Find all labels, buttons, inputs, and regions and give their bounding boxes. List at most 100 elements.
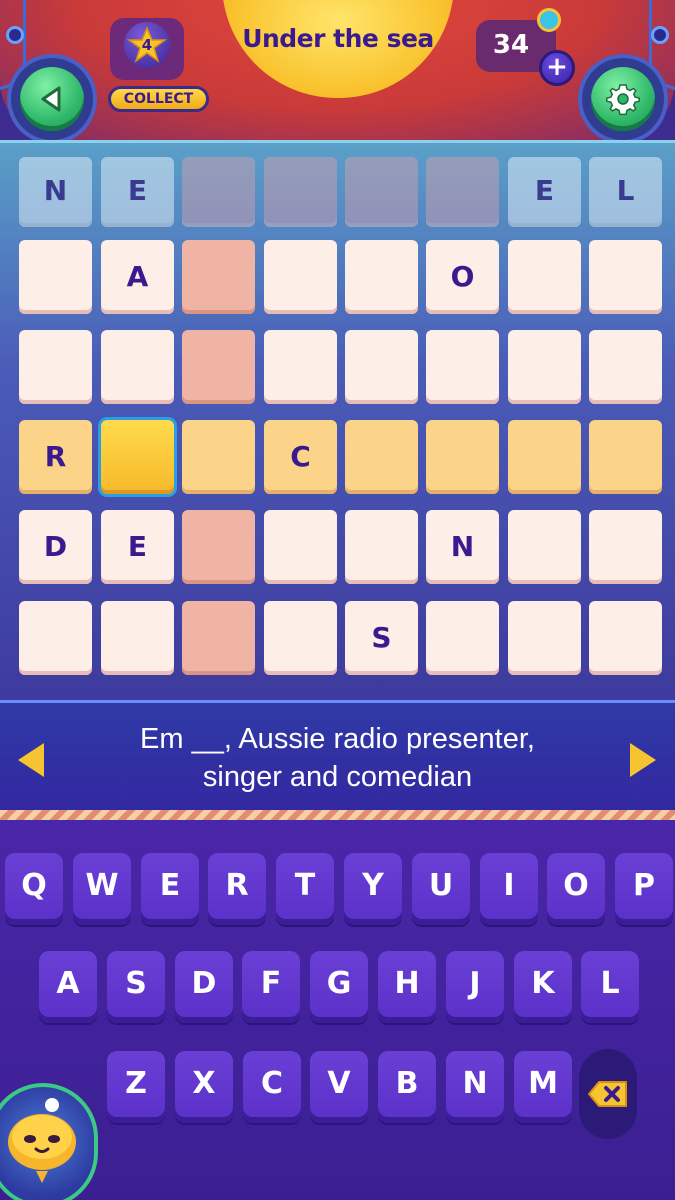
gear-icon (606, 84, 640, 116)
settings-button[interactable] (582, 58, 664, 140)
grid-cell[interactable] (345, 330, 418, 404)
grid-cell[interactable]: E (508, 157, 581, 227)
grid-cell[interactable] (589, 330, 662, 404)
star-count: 4 (141, 36, 153, 54)
grid-cell[interactable] (426, 157, 499, 227)
grid-cell[interactable]: E (101, 157, 174, 227)
grid-cell[interactable] (345, 157, 418, 227)
add-coins-button[interactable]: + (539, 50, 575, 86)
back-arrow-icon (41, 86, 61, 112)
grid-cell[interactable]: N (19, 157, 92, 227)
key-m[interactable]: M (514, 1051, 572, 1123)
grid-cell[interactable] (426, 420, 499, 494)
key-q[interactable]: Q (5, 853, 63, 925)
grid-cell[interactable]: O (426, 240, 499, 314)
key-j[interactable]: J (446, 951, 504, 1023)
key-l[interactable]: L (581, 951, 639, 1023)
back-button[interactable] (11, 58, 93, 140)
grid-cell[interactable]: D (19, 510, 92, 584)
mascot-icon (8, 1098, 76, 1183)
level-title: Under the sea (242, 24, 434, 53)
clue-line-1: Em __, Aussie radio presenter, (140, 723, 535, 755)
grid-cell[interactable] (182, 510, 255, 584)
key-b[interactable]: B (378, 1051, 436, 1123)
grid-cell[interactable] (345, 420, 418, 494)
coin-icon (537, 8, 561, 32)
grid-cell[interactable] (426, 601, 499, 675)
key-o[interactable]: O (547, 853, 605, 925)
key-u[interactable]: U (412, 853, 470, 925)
grid-cell[interactable] (182, 157, 255, 227)
grid-cell[interactable] (101, 420, 174, 494)
grid-cell[interactable] (426, 330, 499, 404)
clue-text: Em __, Aussie radio presenter, singer an… (80, 720, 595, 796)
key-x[interactable]: X (175, 1051, 233, 1123)
key-c[interactable]: C (243, 1051, 301, 1123)
key-i[interactable]: I (480, 853, 538, 925)
grid-cell[interactable] (264, 240, 337, 314)
mascot-avatar[interactable] (0, 1083, 98, 1200)
crossword-grid-panel: NEELAORCDENS (0, 140, 675, 700)
grid-cell[interactable] (182, 330, 255, 404)
clue-bar: Em __, Aussie radio presenter, singer an… (0, 700, 675, 815)
grid-cell[interactable] (264, 601, 337, 675)
key-n[interactable]: N (446, 1051, 504, 1123)
grid-cell[interactable] (508, 240, 581, 314)
grid-cell[interactable] (101, 330, 174, 404)
grid-cell[interactable] (182, 601, 255, 675)
grid-cell[interactable] (508, 601, 581, 675)
key-g[interactable]: G (310, 951, 368, 1023)
star-ball[interactable]: 4 (124, 22, 170, 68)
grid-cell[interactable] (19, 330, 92, 404)
grid-cell[interactable] (19, 601, 92, 675)
grid-cell[interactable]: E (101, 510, 174, 584)
collect-button[interactable]: COLLECT (108, 86, 209, 112)
grid-cell[interactable]: S (345, 601, 418, 675)
key-t[interactable]: T (276, 853, 334, 925)
grid-cell[interactable] (508, 330, 581, 404)
grid-cell[interactable] (589, 420, 662, 494)
next-clue-arrow-icon[interactable] (630, 743, 656, 777)
clue-line-2: singer and comedian (202, 761, 473, 793)
key-s[interactable]: S (107, 951, 165, 1023)
grid-cell[interactable] (508, 420, 581, 494)
key-h[interactable]: H (378, 951, 436, 1023)
decor-rope (0, 810, 675, 820)
grid-cell[interactable] (345, 240, 418, 314)
backspace-icon (588, 1081, 627, 1107)
grid-cell[interactable]: N (426, 510, 499, 584)
key-y[interactable]: Y (344, 853, 402, 925)
grid-cell[interactable]: A (101, 240, 174, 314)
grid-cell[interactable] (589, 601, 662, 675)
previous-clue-arrow-icon[interactable] (18, 743, 44, 777)
key-r[interactable]: R (208, 853, 266, 925)
grid-cell[interactable]: L (589, 157, 662, 227)
grid-cell[interactable] (264, 157, 337, 227)
backspace-key[interactable] (579, 1049, 637, 1139)
grid-cell[interactable] (101, 601, 174, 675)
coin-count: 34 (492, 30, 530, 60)
key-d[interactable]: D (175, 951, 233, 1023)
grid-cell[interactable] (182, 420, 255, 494)
grid-cell[interactable] (345, 510, 418, 584)
decor-dot (651, 26, 669, 44)
grid-cell[interactable] (589, 510, 662, 584)
key-f[interactable]: F (242, 951, 300, 1023)
key-p[interactable]: P (615, 853, 673, 925)
key-k[interactable]: K (514, 951, 572, 1023)
grid-cell[interactable] (264, 510, 337, 584)
grid-cell[interactable]: R (19, 420, 92, 494)
key-z[interactable]: Z (107, 1051, 165, 1123)
key-v[interactable]: V (310, 1051, 368, 1123)
grid-cell[interactable] (264, 330, 337, 404)
grid-cell[interactable] (589, 240, 662, 314)
keyboard: QWERTYUIOP ASDFGHJKL ZXCVBNM (0, 820, 675, 1200)
grid-cell[interactable] (182, 240, 255, 314)
key-a[interactable]: A (39, 951, 97, 1023)
key-e[interactable]: E (141, 853, 199, 925)
key-w[interactable]: W (73, 853, 131, 925)
grid-cell[interactable]: C (264, 420, 337, 494)
grid-cell[interactable] (19, 240, 92, 314)
decor-dot (6, 26, 24, 44)
grid-cell[interactable] (508, 510, 581, 584)
